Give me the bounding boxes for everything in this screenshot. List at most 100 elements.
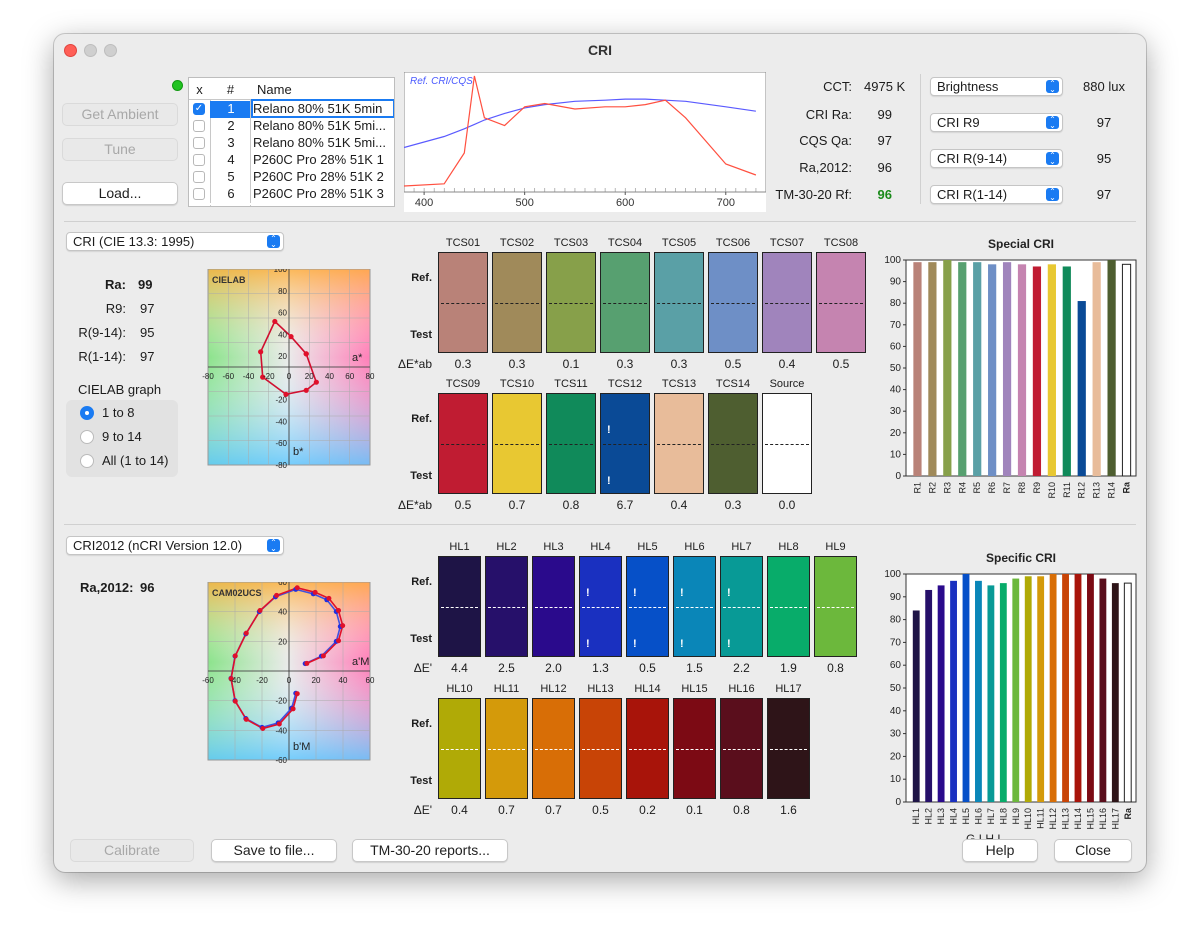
swatch-name: HL6 [684,541,705,553]
row-checkbox[interactable] [193,171,205,183]
color-swatch [767,698,810,799]
bar [987,585,995,802]
cam-y-tick: 20 [278,637,287,646]
warning-icon: ! [607,474,611,487]
metric-select-label: CRI R(9-14) [937,151,1008,166]
load-button[interactable]: Load... [62,182,178,205]
metric-select[interactable]: Brightness ⌃ ⌄ [930,77,1063,96]
cam-test-point [340,623,346,629]
swatch-name: TCS12 [607,378,643,390]
col-name-header[interactable]: Name [257,82,292,97]
save-to-file-button[interactable]: Save to file... [211,839,337,862]
chevron-updown-icon: ⌃ ⌄ [1046,188,1059,202]
row-number: 4 [227,152,235,167]
metric-select[interactable]: CRI R(9-14) ⌃ ⌄ [930,149,1063,168]
swatch-name: TCS08 [823,237,859,249]
chevron-updown-icon: ⌃ ⌄ [1046,116,1059,130]
bar [1017,264,1027,476]
list-item[interactable]: 6 P260C Pro 28% 51K 3 [189,186,394,203]
tune-button[interactable]: Tune [62,138,178,161]
swatch-name: HL12 [540,683,567,695]
list-item[interactable]: 3 Relano 80% 51K 5mi... [189,135,394,152]
row-checkbox[interactable] [193,120,205,132]
measurement-list[interactable]: x # Name ✓ 1 Relano 80% 51K 5min 2 Relano 80… [188,77,395,207]
delta-e-value: 0.0 [778,498,796,512]
graph-radio[interactable] [80,406,94,420]
help-button[interactable]: Help [962,839,1038,862]
warning-icon: ! [727,637,731,650]
close-button[interactable]: Close [1054,839,1132,862]
get-ambient-button[interactable]: Get Ambient [62,103,178,126]
bar [1032,266,1042,476]
list-item[interactable]: 5 P260C Pro 28% 51K 2 [189,169,394,186]
cri-method-select[interactable]: CRI (CIE 13.3: 1995) ⌃ ⌄ [66,232,284,251]
tm30-reports-button[interactable]: TM-30-20 reports... [352,839,508,862]
x-tick: R1 [912,482,922,494]
cri-ra-value: 99 [877,107,892,122]
cielab-y-tick: 60 [278,309,287,318]
y-tick: 90 [890,277,902,288]
tm30-value: 96 [877,187,892,202]
x-tick: HL5 [961,808,971,825]
graph-radio[interactable] [80,454,94,468]
col-num-header[interactable]: # [211,82,250,97]
list-item[interactable]: ✓ 1 Relano 80% 51K 5min [189,99,394,118]
cri2012-method-select[interactable]: CRI2012 (nCRI Version 12.0) ⌃ ⌄ [66,536,284,555]
row-checkbox[interactable]: ✓ [193,103,205,115]
cielab-y-tick: -80 [275,461,287,470]
y-tick: 50 [890,683,902,694]
plot-label: CIELAB [212,275,246,285]
bar [1024,576,1032,802]
row-checkbox[interactable] [193,137,205,149]
y-tick: 0 [895,471,901,482]
swatch-name: TCS09 [445,378,481,390]
color-swatch: !! [673,556,716,657]
bar [973,262,982,476]
metric-select[interactable]: CRI R9 ⌃ ⌄ [930,113,1063,132]
special-cri-chart: Special CRI 100 90 80 70 60 50 40 30 20 10 0 R1 R2 R3 R… [874,232,1144,520]
spectrum-panel: 400 500 600 700 Ref. CRI/CQS [403,71,767,212]
bar [975,580,982,802]
row-checkbox[interactable] [193,188,205,200]
swatch-name: Source [769,378,805,390]
bar [988,264,997,476]
delta-e-value: 2.2 [733,661,750,675]
delta-e-value: 0.1 [562,357,580,371]
row-checkbox[interactable] [193,154,205,166]
color-swatch [485,698,528,799]
bar [925,589,933,802]
metric-select[interactable]: CRI R(1-14) ⌃ ⌄ [930,185,1063,204]
graph-radio[interactable] [80,430,94,444]
swatch-name: TCS10 [499,378,535,390]
row-name: P260C Pro 28% 51K 2 [253,169,384,184]
ra2012-label: Ra,2012: [799,160,852,175]
swatch-name: HL11 [493,683,520,695]
swatch-name: TCS05 [661,237,697,249]
tm30-label: TM-30-20 Rf: [775,187,852,202]
bar [1074,574,1082,802]
cam-test-point [232,653,238,659]
list-item[interactable]: 2 Relano 80% 51K 5mi... [189,118,394,135]
color-swatch: !! [720,556,763,657]
delta-e-value: 0.8 [827,661,844,675]
bar [1062,266,1071,476]
test-row-label: Test [410,633,432,645]
cam-test-point [232,698,238,704]
test-row-label: Test [410,775,432,787]
x-tick: HL14 [1073,808,1083,830]
color-swatch [438,393,488,494]
color-swatch [485,556,528,657]
color-swatch [438,698,481,799]
color-swatch [673,698,716,799]
calibrate-button[interactable]: Calibrate [70,839,194,862]
x-tick: HL7 [986,808,996,825]
cielab-radio-group: 1 to 8 9 to 14 All (1 to 14) [66,400,178,477]
cam-x-tick: 40 [339,676,348,685]
list-item[interactable]: 4 P260C Pro 28% 51K 1 [189,152,394,169]
r9-value: 97 [140,301,155,316]
x-tick: R8 [1017,482,1027,494]
col-x-header[interactable]: x [189,82,210,97]
delta-e-value: 0.3 [616,357,634,371]
color-swatch [816,252,866,353]
color-swatch: !! [600,393,650,494]
